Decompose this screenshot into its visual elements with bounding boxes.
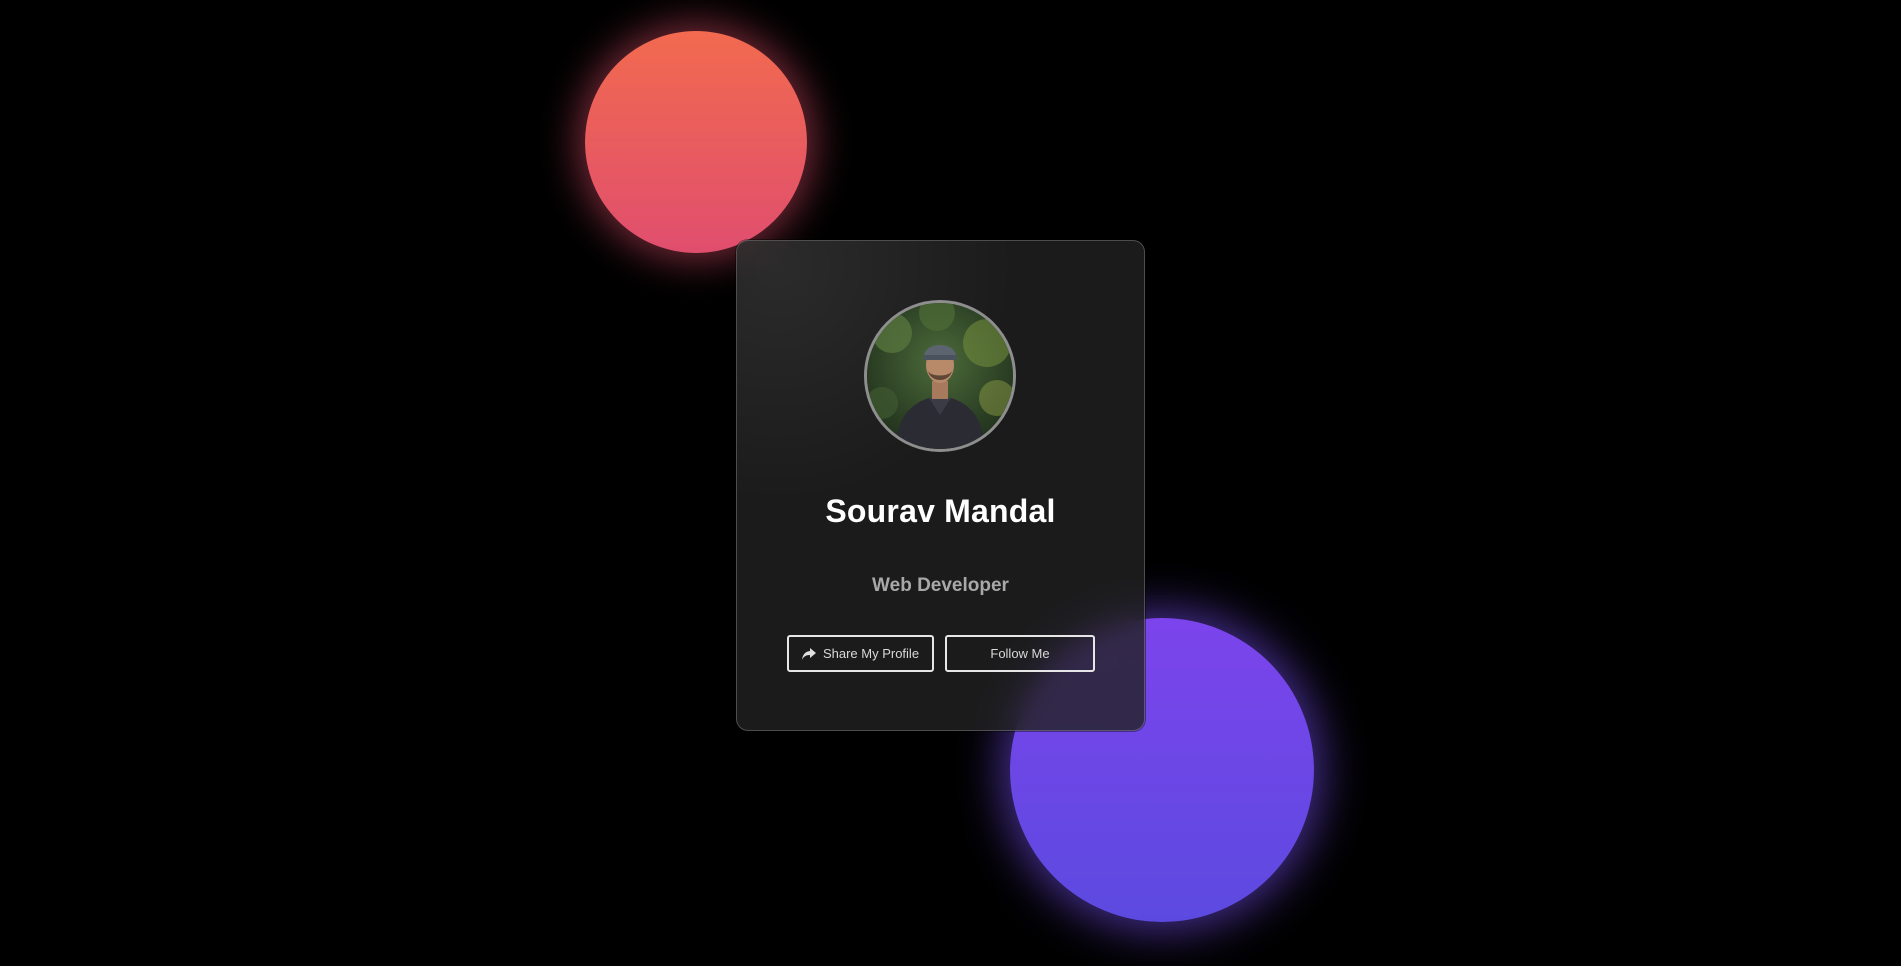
follow-me-button[interactable]: Follow Me bbox=[945, 635, 1095, 672]
share-profile-button[interactable]: Share My Profile bbox=[787, 635, 934, 672]
follow-me-label: Follow Me bbox=[990, 646, 1050, 661]
decorative-orb-coral bbox=[585, 31, 807, 253]
share-profile-label: Share My Profile bbox=[822, 646, 920, 661]
avatar bbox=[864, 300, 1016, 452]
page-background: Sourav Mandal Web Developer Share My Pro… bbox=[0, 0, 1901, 966]
profile-role: Web Developer bbox=[872, 575, 1009, 596]
profile-card: Sourav Mandal Web Developer Share My Pro… bbox=[736, 240, 1145, 731]
profile-name: Sourav Mandal bbox=[825, 493, 1056, 529]
share-arrow-icon bbox=[801, 647, 816, 660]
